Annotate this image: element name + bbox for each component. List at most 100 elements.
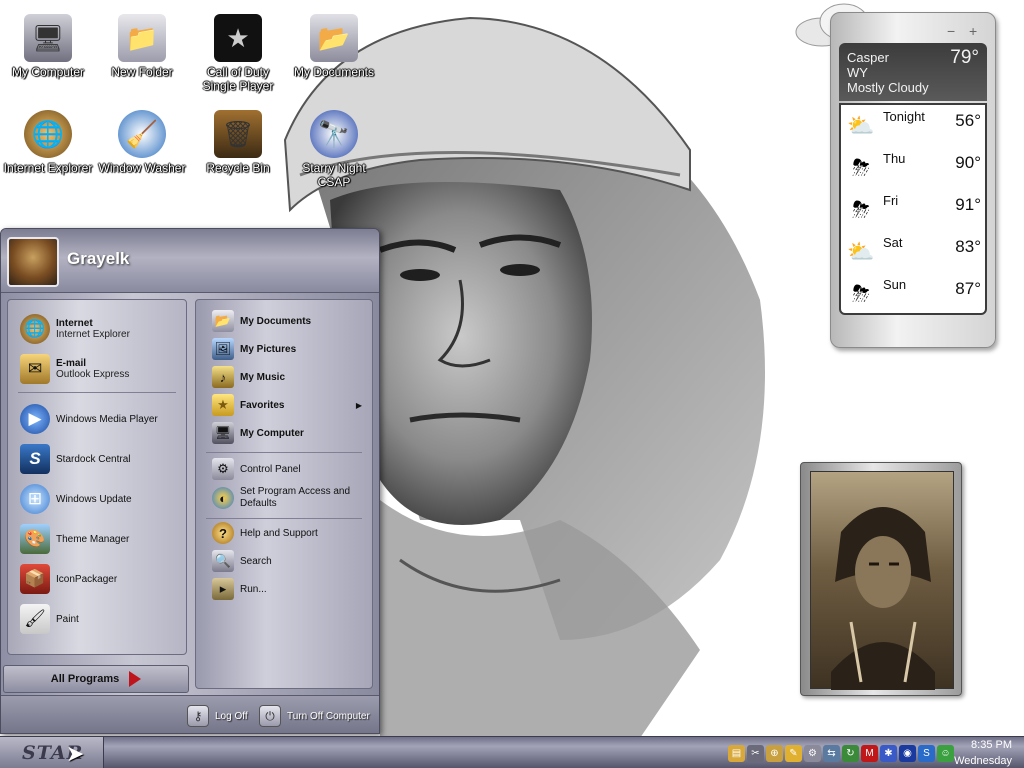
start-item-title: Internet — [56, 318, 93, 329]
power-icon: ⏻ — [259, 705, 281, 727]
start-item-windows-update[interactable]: ⊞ Windows Update — [20, 484, 132, 514]
program-access-icon: ◐ — [212, 487, 234, 509]
desktop-icon-new-folder[interactable]: 📁 New Folder — [96, 14, 188, 79]
start-item-label: My Computer — [240, 427, 304, 439]
cursor-arrow-icon: ➤ — [66, 741, 85, 766]
help-icon: ? — [212, 522, 234, 544]
stardock-icon: S — [20, 444, 50, 474]
weather-state: WY — [847, 65, 868, 80]
start-menu-programs-pane: 🌐 Internet Internet Explorer ✉ E-mail Ou… — [7, 299, 187, 655]
start-item-my-documents[interactable]: 📂 My Documents — [212, 310, 311, 332]
folder-tray-icon[interactable]: ▤ — [728, 744, 745, 762]
start-item-label: Set Program Access and Defaults — [240, 486, 351, 509]
desktop-icon-internet-explorer[interactable]: 🌐 Internet Explorer — [2, 110, 94, 175]
separator — [206, 518, 362, 519]
start-item-favorites[interactable]: ★ Favorites ▶ — [212, 394, 362, 416]
weather-add-button[interactable]: + — [969, 23, 977, 39]
crosshair-tray-icon[interactable]: ⊕ — [766, 744, 783, 762]
start-item-label: Control Panel — [240, 463, 301, 475]
forecast-day: Sun — [883, 277, 907, 292]
mcafee-tray-icon[interactable]: M — [861, 744, 878, 762]
network-tray-icon[interactable]: ⇆ — [823, 744, 840, 762]
portrait-photo — [831, 507, 935, 690]
desktop-icon-my-computer[interactable]: 🖥 My Computer — [2, 14, 94, 79]
turn-off-button[interactable]: ⏻ Turn Off Computer — [259, 704, 370, 728]
start-item-label: My Pictures — [240, 343, 297, 355]
documents-folder-icon: 📂 — [310, 14, 358, 62]
desktop-icon-my-documents[interactable]: 📂 My Documents — [288, 14, 380, 79]
tools-tray-icon[interactable]: ✂ — [747, 744, 764, 762]
start-item-search[interactable]: 🔍 Search — [212, 550, 272, 572]
search-icon: 🔍 — [212, 550, 234, 572]
internet-explorer-icon: 🌐 — [24, 110, 72, 158]
volume-tray-icon[interactable]: ◉ — [899, 744, 916, 762]
desktop-icon-label: My Computer — [11, 65, 85, 79]
start-item-email[interactable]: ✉ E-mail Outlook Express — [20, 354, 129, 384]
start-item-label: Help and Support — [240, 527, 318, 539]
all-programs-button[interactable]: All Programs — [3, 665, 189, 693]
run-icon: ▸ — [212, 578, 234, 600]
log-off-button[interactable]: ⚷ Log Off — [187, 704, 248, 728]
log-off-label: Log Off — [215, 710, 248, 722]
recycle-bin-icon: 🗑 — [214, 110, 262, 158]
forecast-temp: 90° — [955, 153, 981, 172]
observatory-icon: 🔭 — [310, 110, 358, 158]
start-item-program-access[interactable]: ◐ Set Program Access and Defaults — [212, 486, 362, 510]
start-item-stardock[interactable]: S Stardock Central — [20, 444, 130, 474]
start-button[interactable]: STAR — [0, 737, 104, 768]
forecast-day: Fri — [883, 193, 899, 208]
weather-widget: − + Casper WY Mostly Cloudy 79° ⛅ Tonigh… — [830, 12, 996, 348]
all-programs-label: All Programs — [50, 673, 120, 685]
weather-forecast: ⛅ Tonight 56° ⛈ Thu 90° ⛈ Fri 91° ⛅ Sat … — [839, 103, 987, 315]
weather-current: Casper WY Mostly Cloudy 79° — [839, 43, 987, 101]
start-item-help[interactable]: ? Help and Support — [212, 522, 318, 544]
weather-condition: Mostly Cloudy — [847, 80, 929, 95]
windows-update-icon: ⊞ — [20, 484, 50, 514]
start-item-my-computer[interactable]: 🖥 My Computer — [212, 422, 304, 444]
desktop-icon-window-washer[interactable]: 🧹 Window Washer — [96, 110, 188, 175]
start-item-internet[interactable]: 🌐 Internet Internet Explorer — [20, 314, 130, 344]
forecast-row: ⛈ Thu 90° — [841, 147, 985, 189]
internet-explorer-icon: 🌐 — [20, 314, 50, 344]
music-icon: ♪ — [212, 366, 234, 388]
desktop-icon-label: New Folder — [111, 65, 173, 79]
clock-time: 8:35 PM — [971, 739, 1012, 751]
forecast-temp: 91° — [955, 195, 981, 214]
start-menu-header: Grayelk — [1, 229, 379, 293]
key-icon: ⚷ — [187, 705, 209, 727]
start-item-theme-manager[interactable]: 🎨 Theme Manager — [20, 524, 129, 554]
turn-off-label: Turn Off Computer — [287, 710, 370, 722]
messenger-tray-icon[interactable]: ☺ — [937, 744, 954, 762]
start-item-media-player[interactable]: ▶ Windows Media Player — [20, 404, 158, 434]
monitor-icon: 🖥 — [24, 14, 72, 62]
arrow-right-icon — [129, 671, 142, 687]
start-menu-places-pane: 📂 My Documents 🖼 My Pictures ♪ My Music … — [195, 299, 373, 689]
desktop-icon-starry-night[interactable]: 🔭 Starry Night CSAP — [288, 110, 380, 189]
media-player-icon: ▶ — [20, 404, 50, 434]
start-item-my-pictures[interactable]: 🖼 My Pictures — [212, 338, 296, 360]
desktop-icon-recycle-bin[interactable]: 🗑 Recycle Bin — [192, 110, 284, 175]
taskbar: STAR ➤ ▤ ✂ ⊕ ✎ ⚙ ⇆ ↻ M ✱ ◉ S ☺ 8:35 PM W… — [0, 736, 1024, 768]
gear-tray-icon[interactable]: ⚙ — [804, 744, 821, 762]
start-item-control-panel[interactable]: ⚙ Control Panel — [212, 458, 301, 480]
taskbar-clock[interactable]: 8:35 PM Wednesday — [954, 738, 1012, 768]
start-item-iconpackager[interactable]: 📦 IconPackager — [20, 564, 117, 594]
start-item-paint[interactable]: 🖌 Paint — [20, 604, 79, 634]
forecast-temp: 83° — [955, 237, 981, 256]
start-item-text: E-mail Outlook Express — [56, 358, 129, 380]
start-item-run[interactable]: ▸ Run... — [212, 578, 267, 600]
photo-frame-widget[interactable] — [800, 462, 962, 696]
update-tray-icon[interactable]: ↻ — [842, 744, 859, 762]
forecast-row: ⛅ Tonight 56° — [841, 105, 985, 147]
start-item-label: My Documents — [240, 315, 312, 327]
start-menu: Grayelk 🌐 Internet Internet Explorer ✉ E… — [0, 228, 380, 734]
start-item-label: Windows Media Player — [56, 413, 158, 425]
start-item-my-music[interactable]: ♪ My Music — [212, 366, 285, 388]
desktop-icon-call-of-duty[interactable]: ★ Call of Duty Single Player — [192, 14, 284, 93]
avatar[interactable] — [7, 237, 59, 287]
weather-minimize-button[interactable]: − — [947, 23, 955, 39]
star-tray-icon[interactable]: ✱ — [880, 744, 897, 762]
pencil-tray-icon[interactable]: ✎ — [785, 744, 802, 762]
start-item-subtitle: Internet Explorer — [56, 329, 130, 340]
sync-tray-icon[interactable]: S — [918, 744, 935, 762]
